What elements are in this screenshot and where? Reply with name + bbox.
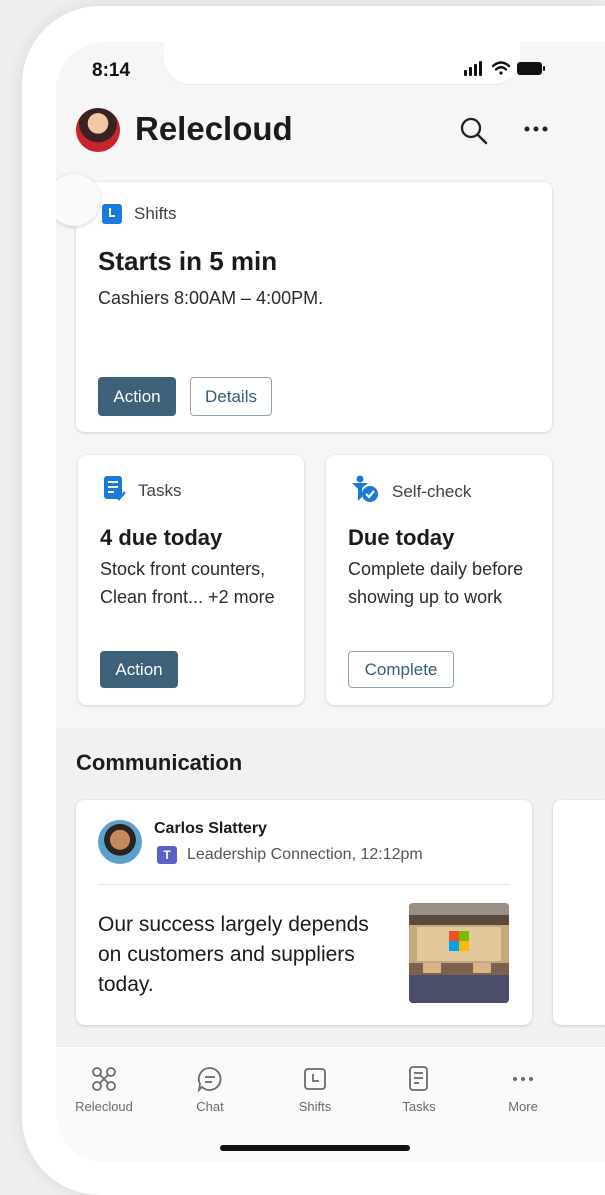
nav-item-chat[interactable]: Chat — [170, 1065, 250, 1114]
battery-icon — [517, 62, 545, 75]
app-screen: 8:14 Relecloud Shifts Starts in 5 min Ca — [56, 42, 605, 1162]
user-avatar[interactable] — [76, 108, 120, 152]
selfcheck-card-header: Self-check — [350, 475, 471, 508]
nav-item-relecloud[interactable]: Relecloud — [64, 1065, 144, 1114]
nav-label-tasks: Tasks — [402, 1099, 436, 1114]
post-store-image[interactable] — [409, 903, 509, 1003]
selfcheck-card-title: Due today — [348, 525, 455, 550]
post-author: Carlos Slattery — [154, 820, 267, 837]
shifts-card-subtitle: Cashiers 8:00AM – 4:00PM. — [98, 288, 324, 308]
nav-item-tasks[interactable]: Tasks — [379, 1065, 459, 1114]
post-text: Our success largely depends on customers… — [98, 913, 369, 996]
teams-icon: T — [157, 846, 177, 864]
tasks-card[interactable]: Tasks 4 due today Stock front counters, … — [78, 455, 304, 705]
tasks-checklist-icon — [102, 475, 126, 506]
next-post-card-peek[interactable] — [553, 800, 605, 1025]
status-time: 8:14 — [92, 60, 131, 81]
selfcheck-person-check-icon — [350, 475, 380, 508]
page-title: Relecloud — [135, 110, 293, 147]
tasks-nav-icon — [409, 1066, 428, 1091]
selfcheck-complete-button[interactable]: Complete — [348, 651, 454, 688]
communication-post-card[interactable]: Carlos Slattery T Leadership Connection,… — [76, 800, 532, 1025]
communication-title: Communication — [76, 750, 243, 775]
shifts-icon — [102, 204, 122, 224]
shifts-card[interactable]: Shifts Starts in 5 min Cashiers 8:00AM –… — [76, 182, 552, 432]
selfcheck-card-body: Complete daily before showing up to work — [348, 559, 524, 607]
shifts-card-title: Starts in 5 min — [98, 246, 278, 276]
nav-item-more[interactable]: More — [483, 1065, 563, 1114]
post-meta: Leadership Connection, 12:12pm — [187, 846, 423, 863]
shifts-action-button[interactable]: Action — [98, 377, 176, 416]
tasks-card-header: Tasks — [102, 475, 181, 506]
chat-icon — [197, 1067, 222, 1093]
search-icon[interactable] — [459, 116, 489, 146]
author-avatar — [98, 820, 142, 864]
nav-label-shifts: Shifts — [298, 1099, 332, 1114]
tasks-card-body: Stock front counters, Clean front... +2 … — [100, 559, 275, 607]
wifi-icon — [491, 61, 511, 75]
shifts-nav-icon — [304, 1068, 326, 1090]
shifts-card-header: Shifts — [102, 204, 177, 224]
more-icon — [513, 1077, 533, 1081]
selfcheck-card[interactable]: Self-check Due today Complete daily befo… — [326, 455, 552, 705]
post-divider — [98, 884, 510, 885]
home-indicator[interactable] — [220, 1145, 410, 1151]
nav-label-chat: Chat — [196, 1099, 224, 1114]
relecloud-icon — [92, 1067, 116, 1091]
nav-label-more: More — [508, 1099, 538, 1114]
tasks-card-label: Tasks — [138, 480, 182, 500]
shifts-details-button[interactable]: Details — [190, 377, 272, 416]
status-icons — [460, 56, 560, 80]
nav-label-relecloud: Relecloud — [75, 1099, 133, 1114]
tasks-action-button[interactable]: Action — [100, 651, 178, 688]
signal-icon — [464, 61, 482, 76]
nav-item-shifts[interactable]: Shifts — [275, 1065, 355, 1114]
more-options-icon[interactable] — [523, 122, 549, 136]
shifts-card-label: Shifts — [134, 204, 177, 223]
selfcheck-card-label: Self-check — [392, 481, 472, 501]
tasks-card-title: 4 due today — [100, 525, 223, 550]
